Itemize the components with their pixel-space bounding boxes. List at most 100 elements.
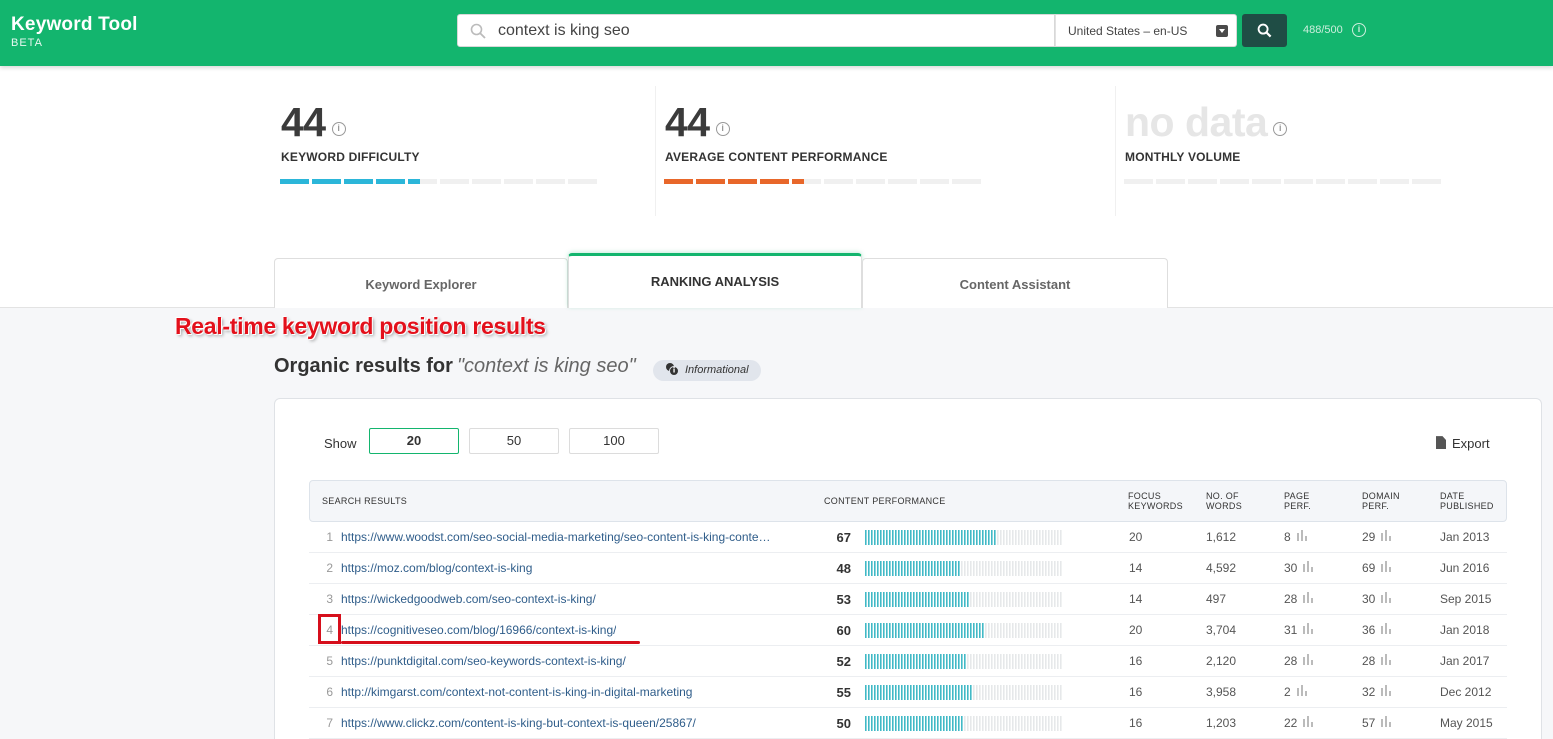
bar-chart-icon[interactable] [1296, 530, 1307, 542]
focus-keywords-value: 16 [1129, 716, 1143, 730]
column-page-perf[interactable]: PAGE PERF. [1284, 491, 1311, 511]
column-page-perf-line1: PAGE [1284, 491, 1310, 501]
bar-chart-icon[interactable] [1381, 561, 1392, 573]
bar-chart-icon[interactable] [1296, 685, 1307, 697]
meter-segment [1124, 179, 1153, 184]
rank-number: 3 [326, 592, 333, 606]
chevron-down-icon [1216, 25, 1228, 37]
domain-perf-value: 28 [1362, 654, 1376, 668]
bar-chart-icon[interactable] [1303, 623, 1314, 635]
date-published-value: May 2015 [1440, 716, 1493, 730]
content-performance-bar [865, 623, 1062, 638]
search-input[interactable] [498, 15, 1038, 46]
content-performance-bar [865, 592, 1062, 607]
bar-chart-icon[interactable] [1381, 716, 1392, 728]
bar-chart-icon[interactable] [1303, 561, 1314, 573]
bar-chart-icon[interactable] [1381, 654, 1392, 666]
keyword-difficulty-label: KEYWORD DIFFICULTY [281, 150, 420, 164]
keyword-difficulty-metric: 44 i KEYWORD DIFFICULTY [281, 100, 420, 164]
annotation-caption: Real-time keyword position results [175, 313, 546, 339]
column-search-results[interactable]: SEARCH RESULTS [322, 496, 407, 506]
export-button[interactable]: Export [1436, 436, 1490, 451]
info-icon[interactable]: i [715, 121, 730, 136]
tab-ranking-analysis-label: RANKING ANALYSIS [650, 274, 780, 289]
column-date-published-line1: DATE [1440, 491, 1465, 501]
page-size-50-button[interactable]: 50 [469, 428, 559, 454]
result-url-link[interactable]: https://www.clickz.com/content-is-king-b… [341, 708, 696, 739]
tab-content-assistant[interactable]: Content Assistant [862, 258, 1168, 308]
tab-content-assistant-label: Content Assistant [959, 277, 1071, 292]
content-performance-score: 50 [836, 716, 851, 731]
meter-segment [888, 179, 917, 184]
domain-perf-cell: 36 [1362, 615, 1392, 646]
domain-perf-value: 30 [1362, 592, 1376, 606]
bar-chart-icon[interactable] [1381, 623, 1392, 635]
locale-value: United States – en-US [1068, 24, 1188, 38]
domain-perf-value: 32 [1362, 685, 1376, 699]
column-date-published[interactable]: DATE PUBLISHED [1440, 491, 1494, 511]
bar-chart-icon[interactable] [1381, 592, 1392, 604]
meter-segment [856, 179, 885, 184]
focus-keywords-value: 14 [1129, 592, 1143, 606]
info-icon[interactable]: i [331, 121, 346, 136]
column-content-performance[interactable]: CONTENT PERFORMANCE [824, 496, 946, 506]
tab-ranking-analysis[interactable]: RANKING ANALYSIS [568, 253, 862, 308]
info-icon[interactable]: i [1273, 121, 1288, 136]
bar-chart-icon[interactable] [1303, 716, 1314, 728]
page-perf-cell: 28 [1284, 646, 1314, 677]
locale-select[interactable]: United States – en-US [1055, 14, 1237, 47]
bar-chart-icon[interactable] [1381, 530, 1392, 542]
meter-segment [1412, 179, 1441, 184]
content-performance-bar [865, 716, 1062, 731]
meter-segment [952, 179, 981, 184]
result-url-link[interactable]: http://kimgarst.com/context-not-content-… [341, 677, 692, 708]
content-performance-bar [865, 654, 1062, 669]
word-count-value: 4,592 [1206, 561, 1237, 575]
search-button[interactable] [1242, 14, 1287, 47]
meter-segment [344, 179, 373, 184]
results-table-header: SEARCH RESULTS CONTENT PERFORMANCE FOCUS… [309, 480, 1507, 522]
column-word-count[interactable]: NO. OF WORDS [1206, 491, 1242, 511]
result-url-link[interactable]: https://wickedgoodweb.com/seo-context-is… [341, 584, 596, 615]
result-url-link[interactable]: https://moz.com/blog/context-is-king [341, 553, 532, 584]
info-icon[interactable]: i [1352, 23, 1366, 37]
column-focus-keywords[interactable]: FOCUS KEYWORDS [1128, 491, 1183, 511]
content-performance-score: 52 [836, 654, 851, 669]
results-query: "context is king seo" [456, 355, 636, 377]
meter-segment [536, 179, 565, 184]
word-count-value: 3,704 [1206, 623, 1237, 637]
column-domain-perf-line2: PERF. [1362, 501, 1390, 511]
page-size-100-button[interactable]: 100 [569, 428, 659, 454]
result-url-link[interactable]: https://www.woodst.com/seo-social-media-… [341, 522, 771, 553]
page-size-20-button[interactable]: 20 [369, 428, 459, 454]
file-icon [1436, 436, 1446, 450]
date-published-value: Dec 2012 [1440, 685, 1492, 699]
meter-segment [792, 179, 821, 184]
page-perf-value: 31 [1284, 623, 1298, 637]
bar-chart-icon[interactable] [1303, 592, 1314, 604]
bar-chart-icon[interactable] [1381, 685, 1392, 697]
page-perf-value: 22 [1284, 716, 1298, 730]
date-published-value: Jan 2018 [1440, 623, 1490, 637]
top-bar: Keyword Tool BETA United States – en-US … [0, 0, 1553, 66]
result-url-link[interactable]: https://punktdigital.com/seo-keywords-co… [341, 646, 626, 677]
date-published-value: Jun 2016 [1440, 561, 1490, 575]
meter-segment [1284, 179, 1313, 184]
brand-name: Keyword Tool [11, 14, 138, 35]
column-domain-perf[interactable]: DOMAIN PERF. [1362, 491, 1400, 511]
brand-logo[interactable]: Keyword Tool BETA [11, 14, 138, 49]
domain-perf-cell: 30 [1362, 584, 1392, 615]
content-performance-score: 53 [836, 592, 851, 607]
content-performance-label: AVERAGE CONTENT PERFORMANCE [665, 150, 888, 164]
table-row: 5 https://punktdigital.com/seo-keywords-c… [309, 646, 1507, 677]
credits-counter: 488/500 [1303, 24, 1343, 36]
meter-segment [696, 179, 725, 184]
tab-keyword-explorer[interactable]: Keyword Explorer [274, 258, 568, 308]
column-domain-perf-line1: DOMAIN [1362, 491, 1400, 501]
page-perf-cell: 28 [1284, 584, 1314, 615]
monthly-volume-metric: no data i MONTHLY VOLUME [1125, 100, 1288, 164]
column-word-count-line2: WORDS [1206, 501, 1242, 511]
page-perf-cell: 2 [1284, 677, 1307, 708]
domain-perf-cell: 29 [1362, 522, 1392, 553]
bar-chart-icon[interactable] [1303, 654, 1314, 666]
